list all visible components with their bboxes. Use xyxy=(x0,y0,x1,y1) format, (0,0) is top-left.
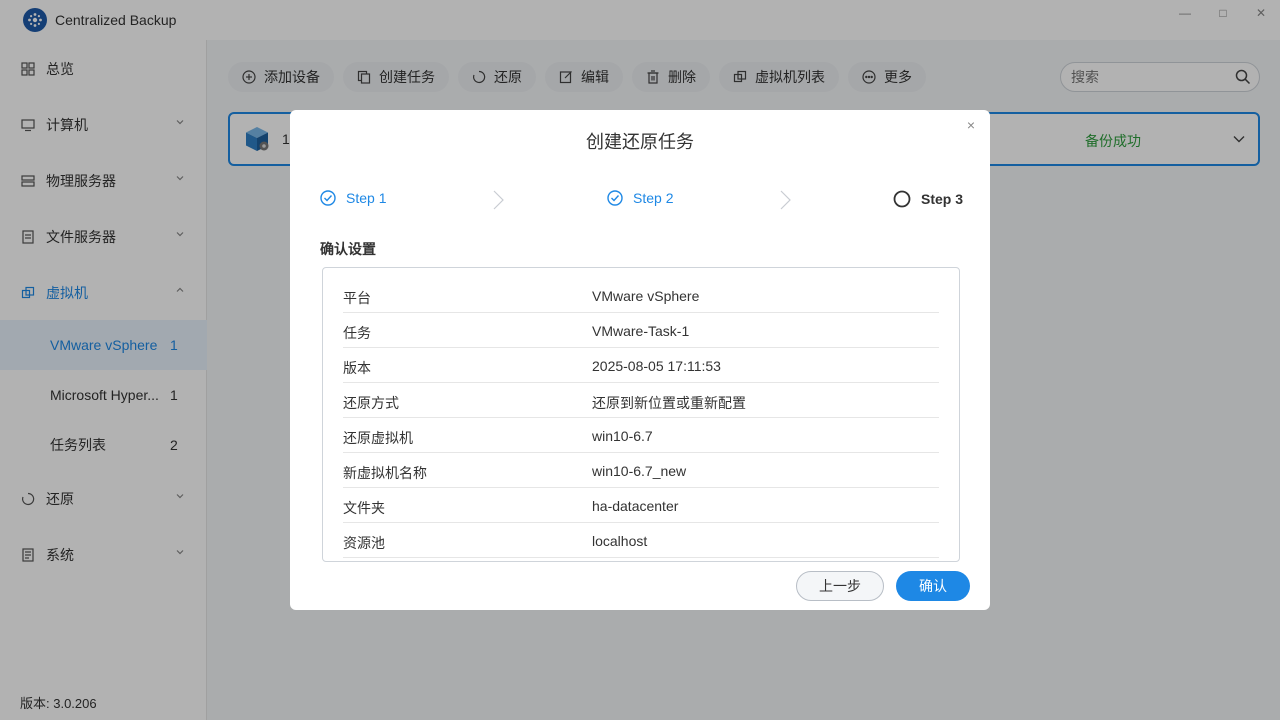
row-key: 新虚拟机名称 xyxy=(343,465,427,481)
row-key: 资源池 xyxy=(343,535,385,551)
circle-icon xyxy=(893,190,911,208)
row-key: 文件夹 xyxy=(343,500,385,516)
step-3: Step 3 xyxy=(893,190,963,208)
step-label: Step 2 xyxy=(633,190,674,206)
table-row: 平台 VMware vSphere xyxy=(343,278,939,313)
table-row: 版本 2025-08-05 17:11:53 xyxy=(343,348,939,383)
confirm-button[interactable]: 确认 xyxy=(896,571,970,601)
row-value: 2025-08-05 17:11:53 xyxy=(592,358,721,374)
table-row: 新虚拟机名称 win10-6.7_new xyxy=(343,453,939,488)
section-title: 确认设置 xyxy=(320,241,376,257)
table-row: 还原方式 还原到新位置或重新配置 xyxy=(343,383,939,418)
table-row: 还原虚拟机 win10-6.7 xyxy=(343,418,939,453)
row-value: localhost xyxy=(592,533,648,549)
table-row: 资源池 localhost xyxy=(343,523,939,558)
row-key: 任务 xyxy=(343,325,371,341)
step-2: Step 2 xyxy=(607,190,673,206)
check-circle-icon xyxy=(320,190,336,206)
step-arrow-icon xyxy=(492,190,504,213)
summary-table: 平台 VMware vSphere 任务 VMware-Task-1 版本 20… xyxy=(322,267,960,562)
table-row: 任务 VMware-Task-1 xyxy=(343,313,939,348)
row-key: 还原虚拟机 xyxy=(343,430,413,446)
close-icon[interactable]: × xyxy=(964,118,978,132)
row-key: 还原方式 xyxy=(343,395,399,411)
step-label: Step 1 xyxy=(346,190,387,206)
check-circle-icon xyxy=(607,190,623,206)
row-key: 版本 xyxy=(343,360,371,376)
restore-task-dialog: 创建还原任务 × Step 1 Step 2 Step 3 确认设置 平台 VM… xyxy=(290,110,990,610)
step-arrow-icon xyxy=(779,190,791,213)
step-label: Step 3 xyxy=(921,191,964,207)
row-value: VMware-Task-1 xyxy=(592,323,690,339)
row-value: 还原到新位置或重新配置 xyxy=(592,395,746,411)
step-1: Step 1 xyxy=(320,190,386,206)
row-value: win10-6.7 xyxy=(592,428,653,444)
table-row: 文件夹 ha-datacenter xyxy=(343,488,939,523)
row-value: VMware vSphere xyxy=(592,288,700,304)
row-value: win10-6.7_new xyxy=(592,463,687,479)
previous-step-button[interactable]: 上一步 xyxy=(796,571,884,601)
dialog-title: 创建还原任务 xyxy=(586,132,694,152)
row-value: ha-datacenter xyxy=(592,498,679,514)
row-key: 平台 xyxy=(343,290,371,306)
